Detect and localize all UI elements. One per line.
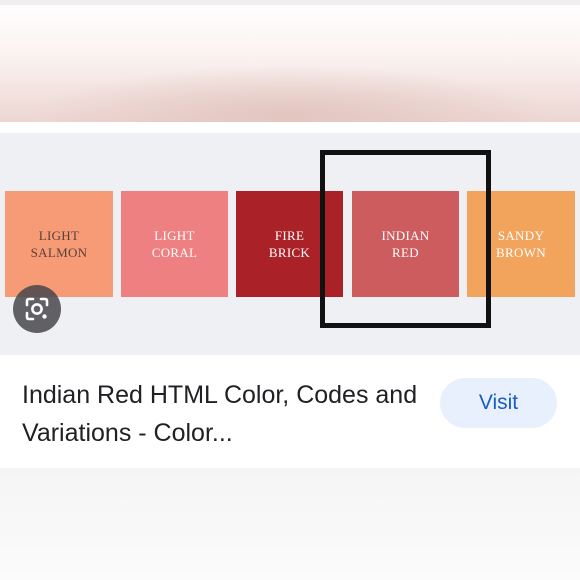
swatch-label-line2: BRICK	[268, 245, 311, 260]
swatch-light-coral: LIGHT CORAL	[121, 191, 228, 297]
blurred-next-area	[0, 468, 580, 580]
swatch-label-line2: BROWN	[496, 245, 546, 260]
swatch-label-line1: FIRE	[274, 228, 305, 243]
swatch-label-line1: LIGHT	[154, 228, 195, 243]
swatch-light-salmon: LIGHT SALMON	[5, 191, 113, 297]
google-lens-icon	[25, 297, 49, 321]
swatch-label-line1: SANDY	[497, 228, 545, 243]
swatch-label-line2: SALMON	[30, 245, 88, 260]
visit-button[interactable]: Visit	[440, 378, 557, 428]
google-lens-button[interactable]	[13, 285, 61, 333]
divider	[0, 122, 580, 133]
swatch-label-line2: CORAL	[151, 245, 198, 260]
swatch-label-line1: LIGHT	[38, 228, 80, 243]
blurred-previous-result	[0, 0, 580, 122]
highlight-box	[320, 150, 491, 328]
divider	[0, 0, 580, 5]
result-title-link[interactable]: Indian Red HTML Color, Codes and Variati…	[22, 376, 422, 452]
result-image[interactable]: LIGHT SALMON LIGHT CORAL FIRE BRICK INDI…	[0, 133, 580, 355]
